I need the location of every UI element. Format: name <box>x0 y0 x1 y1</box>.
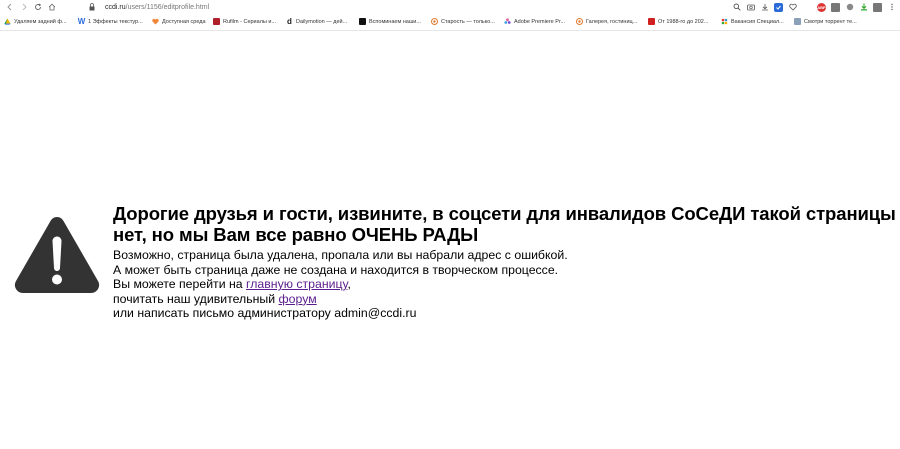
shield-check-icon[interactable] <box>774 2 783 12</box>
url-host: ccdi.ru <box>105 3 126 11</box>
forward-icon[interactable] <box>17 0 31 14</box>
home-page-link[interactable]: главную страницу <box>246 277 347 291</box>
menu-icon[interactable] <box>887 3 896 12</box>
w-icon: W <box>77 17 86 26</box>
bookmark-item[interactable]: Вакансия Специал... <box>721 18 784 25</box>
back-icon[interactable] <box>3 0 17 14</box>
separator <box>802 3 812 12</box>
ss-icon <box>359 18 366 25</box>
bookmark-item[interactable]: Смотри торрент те... <box>794 18 857 25</box>
page-title: Дорогие друзья и гости, извините, в соцс… <box>113 203 896 245</box>
address-bar[interactable]: ccdi.ru/users/1156/editprofile.html <box>89 0 209 14</box>
bookmark-item[interactable]: Галерея, гостиниц... <box>576 18 637 25</box>
toolbar-extensions: ABP <box>732 0 896 14</box>
error-description: Возможно, страница была удалена, пропала… <box>113 248 900 321</box>
swirl-icon <box>431 18 438 25</box>
adblock-icon[interactable]: ABP <box>817 2 826 12</box>
forum-link[interactable]: форум <box>279 292 317 306</box>
lock-icon <box>89 2 97 12</box>
bookmark-item[interactable]: Доступная среда <box>152 18 206 25</box>
text-line: А может быть страница даже не создана и … <box>113 262 559 277</box>
warning-icon <box>13 214 101 296</box>
bookmark-item[interactable]: W1 Эффекты текстур... <box>77 17 143 26</box>
home-icon[interactable] <box>45 0 59 14</box>
hh-icon <box>721 18 728 25</box>
bookmark-item[interactable]: Удаляем задний ф... <box>4 18 67 25</box>
camera-icon[interactable] <box>746 3 755 12</box>
error-message: Дорогие друзья и гости, извините, в соцс… <box>113 203 900 321</box>
bookmarks-bar: Удаляем задний ф... W1 Эффекты текстур..… <box>0 14 900 31</box>
browser-toolbar: ccdi.ru/users/1156/editprofile.html ABP <box>0 0 900 14</box>
text-line: почитать наш удивительный форум <box>113 291 317 306</box>
swirl-icon <box>576 18 583 25</box>
shield-icon <box>648 18 655 25</box>
download-icon[interactable] <box>760 3 769 12</box>
extension-grey-icon[interactable] <box>831 2 840 12</box>
bookmark-item[interactable]: Старость — только... <box>431 18 495 25</box>
text-line: Вы можете перейти на главную страницу, <box>113 277 351 292</box>
bookmark-item[interactable]: Вспоминаем наши... <box>359 18 421 25</box>
bookmark-item[interactable]: Adobe Premiere Pr... <box>504 18 565 25</box>
heart-icon <box>152 18 159 25</box>
text-line: Возможно, страница была удалена, пропала… <box>113 248 568 262</box>
extension-download-icon[interactable] <box>859 3 868 12</box>
bookmark-item[interactable]: От 1988-го до 202... <box>648 18 708 25</box>
doc-icon <box>794 18 801 25</box>
bookmark-item[interactable]: d Dailymotion — дей... <box>286 17 347 26</box>
text-line: или написать письмо администратору admin… <box>113 306 417 321</box>
url-path: /users/1156/editprofile.html <box>125 3 210 11</box>
d-icon: d <box>287 17 292 26</box>
extension-box-icon[interactable] <box>873 2 882 12</box>
flower-icon <box>504 18 511 25</box>
heart-icon[interactable] <box>788 3 797 12</box>
film-icon <box>213 18 220 25</box>
google-drive-icon <box>4 18 11 25</box>
bookmark-item[interactable]: Rufilm - Сериалы и... <box>213 18 276 25</box>
search-icon[interactable] <box>732 3 741 12</box>
globe-icon[interactable] <box>845 3 854 12</box>
reload-icon[interactable] <box>31 0 45 14</box>
